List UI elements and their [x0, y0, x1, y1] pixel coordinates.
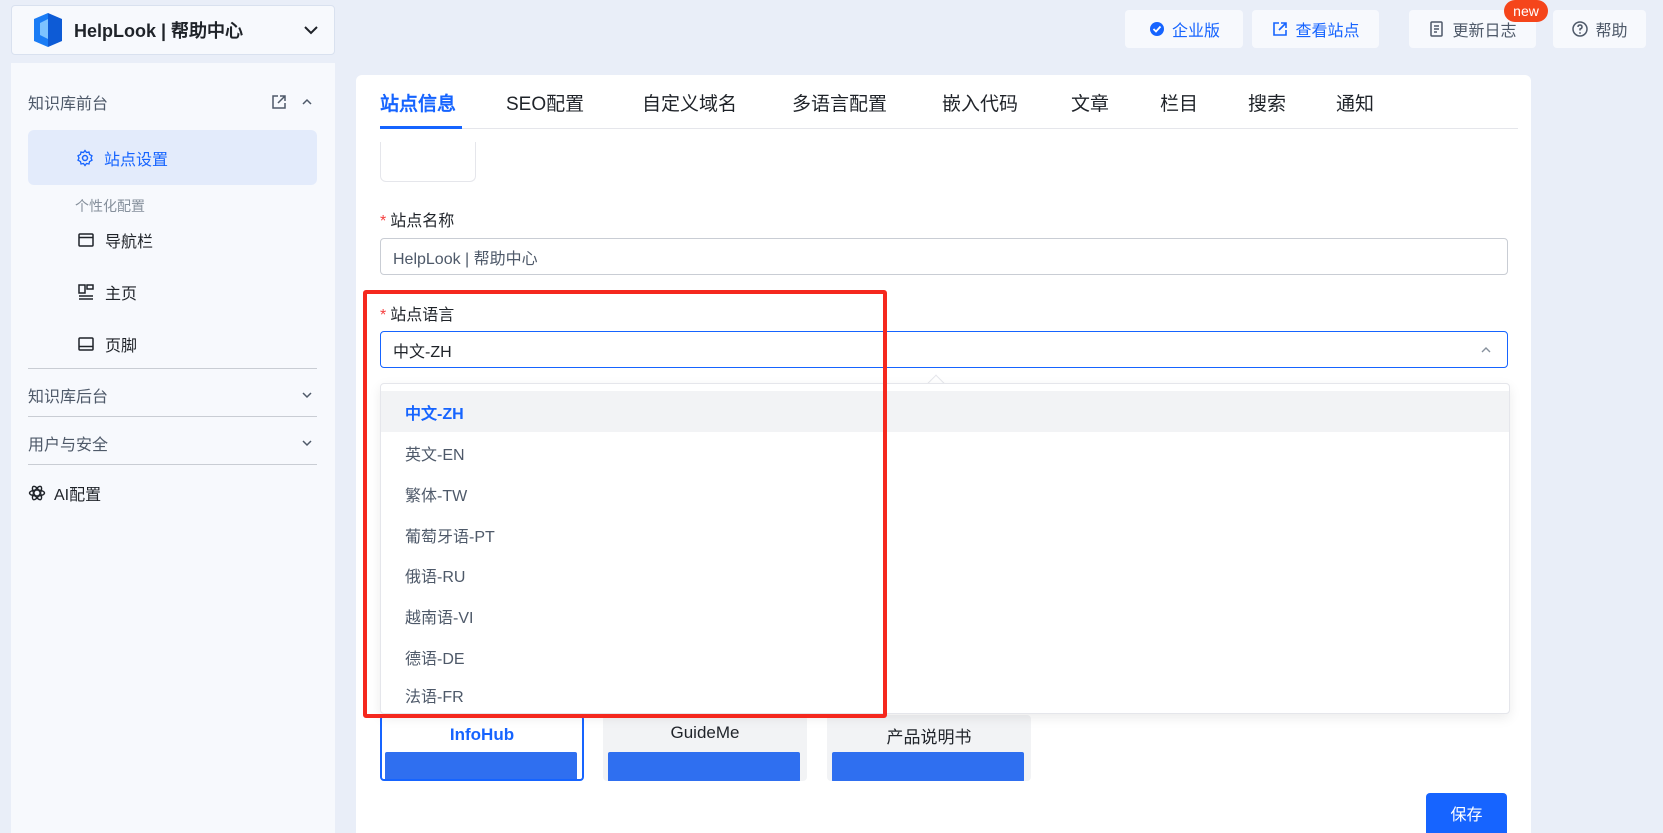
- theme-card-infohub[interactable]: InfoHub: [380, 715, 584, 781]
- tab-multilanguage[interactable]: 多语言配置: [792, 89, 887, 116]
- sidebar-group-frontend-label: 知识库前台: [28, 96, 109, 113]
- tab-custom-domain[interactable]: 自定义域名: [642, 89, 737, 116]
- check-badge-icon: [1149, 22, 1164, 36]
- sidebar-divider: [28, 416, 317, 417]
- theme-card-guideme[interactable]: GuideMe: [603, 715, 807, 781]
- external-link-icon[interactable]: [270, 93, 288, 111]
- language-option[interactable]: 英文-EN: [381, 432, 1509, 473]
- required-mark: *: [380, 307, 387, 324]
- sidebar-item-ai-config-label: AI配置: [54, 487, 102, 504]
- tab-search[interactable]: 搜索: [1248, 89, 1286, 116]
- language-option[interactable]: 葡萄牙语-PT: [381, 514, 1509, 555]
- theme-title: InfoHub: [449, 725, 515, 744]
- site-language-label-text: 站点语言: [390, 307, 455, 324]
- active-tab-indicator: [380, 126, 462, 129]
- sidebar-item-footer-label: 页脚: [105, 338, 138, 355]
- theme-preview: [832, 752, 1024, 781]
- sidebar-item-footer[interactable]: 页脚: [77, 332, 137, 356]
- site-language-value: 中文-ZH: [393, 343, 452, 361]
- view-site-button[interactable]: 查看站点: [1252, 10, 1379, 48]
- sidebar-item-homepage[interactable]: 主页: [77, 280, 137, 304]
- chevron-down-icon[interactable]: [298, 386, 316, 404]
- sidebar-group-security[interactable]: 用户与安全: [28, 431, 316, 455]
- language-option[interactable]: 德语-DE: [381, 636, 1509, 677]
- site-language-label: * 站点语言: [380, 301, 454, 325]
- theme-card-product-manual[interactable]: 产品说明书: [827, 715, 1031, 781]
- language-option[interactable]: 中文-ZH: [381, 391, 1509, 432]
- theme-title: GuideMe: [670, 723, 740, 742]
- help-icon: [1572, 21, 1589, 37]
- tab-embed-code[interactable]: 嵌入代码: [942, 89, 1018, 116]
- tab-seo[interactable]: SEO配置: [506, 89, 584, 116]
- tab-articles[interactable]: 文章: [1071, 89, 1109, 116]
- enterprise-edition-button[interactable]: 企业版: [1125, 10, 1243, 48]
- language-option[interactable]: 俄语-RU: [381, 554, 1509, 595]
- card-footer: [356, 781, 1531, 833]
- new-badge: new: [1504, 0, 1548, 22]
- sidebar-item-homepage-label: 主页: [105, 286, 138, 303]
- sidebar-divider: [28, 368, 317, 369]
- sidebar-divider: [28, 464, 317, 465]
- language-dropdown: 中文-ZH 英文-EN 繁体-TW 葡萄牙语-PT 俄语-RU 越南语-VI 德…: [380, 383, 1510, 714]
- chevron-down-icon[interactable]: [302, 21, 320, 39]
- sidebar-item-site-settings[interactable]: 站点设置: [28, 130, 317, 185]
- site-language-select[interactable]: 中文-ZH: [380, 331, 1508, 368]
- settings-tabs: 站点信息 SEO配置 自定义域名 多语言配置 嵌入代码 文章 栏目 搜索 通知: [380, 75, 1518, 129]
- sidebar-item-navbar-label: 导航栏: [105, 234, 154, 251]
- atom-icon: [28, 485, 46, 501]
- required-mark: *: [380, 213, 387, 230]
- theme-preview: [608, 752, 800, 781]
- tab-site-info[interactable]: 站点信息: [380, 89, 456, 116]
- chevron-up-icon[interactable]: [298, 93, 316, 111]
- changelog-icon: [1430, 21, 1444, 37]
- sidebar-group-security-label: 用户与安全: [28, 437, 109, 454]
- theme-title: 产品说明书: [886, 728, 972, 747]
- language-option[interactable]: 繁体-TW: [381, 473, 1509, 514]
- theme-preview: [385, 752, 577, 779]
- workspace-switcher[interactable]: HelpLook | 帮助中心: [11, 5, 335, 55]
- changelog-label: 更新日志: [1452, 23, 1517, 40]
- sidebar-item-ai-config[interactable]: AI配置: [28, 481, 316, 505]
- site-name-label: * 站点名称: [380, 207, 454, 231]
- external-link-icon: [1273, 22, 1288, 36]
- enterprise-label: 企业版: [1171, 23, 1220, 40]
- chevron-down-icon[interactable]: [298, 434, 316, 452]
- footer-icon: [78, 337, 94, 351]
- sidebar-item-site-settings-label: 站点设置: [104, 151, 169, 169]
- sidebar-subheading-personalization: 个性化配置: [75, 198, 145, 214]
- chevron-up-icon: [1481, 346, 1491, 352]
- language-option[interactable]: 法语-FR: [381, 676, 1509, 714]
- tab-notifications[interactable]: 通知: [1336, 89, 1374, 116]
- gear-icon: [77, 148, 93, 167]
- site-name-input[interactable]: HelpLook | 帮助中心: [380, 238, 1508, 275]
- layout-icon: [78, 284, 94, 300]
- helplook-logo-icon: [34, 13, 62, 47]
- sidebar-group-frontend[interactable]: 知识库前台: [28, 90, 316, 114]
- view-site-label: 查看站点: [1295, 23, 1360, 40]
- save-button[interactable]: 保存: [1426, 793, 1507, 833]
- language-option[interactable]: 越南语-VI: [381, 595, 1509, 636]
- tab-columns[interactable]: 栏目: [1160, 89, 1198, 116]
- sidebar: 知识库前台 站点设置 个性化配置 导航栏 主页 页脚 知识库后台 用户与安全 A…: [11, 63, 335, 833]
- sidebar-item-navbar[interactable]: 导航栏: [77, 228, 153, 252]
- site-name-label-text: 站点名称: [390, 213, 455, 230]
- sidebar-group-backend[interactable]: 知识库后台: [28, 383, 316, 407]
- help-button[interactable]: 帮助: [1553, 10, 1646, 48]
- navbar-icon: [78, 233, 94, 247]
- site-logo-upload[interactable]: [380, 142, 476, 182]
- workspace-name: HelpLook | 帮助中心: [74, 21, 244, 41]
- help-label: 帮助: [1595, 23, 1628, 40]
- sidebar-group-backend-label: 知识库后台: [28, 389, 109, 406]
